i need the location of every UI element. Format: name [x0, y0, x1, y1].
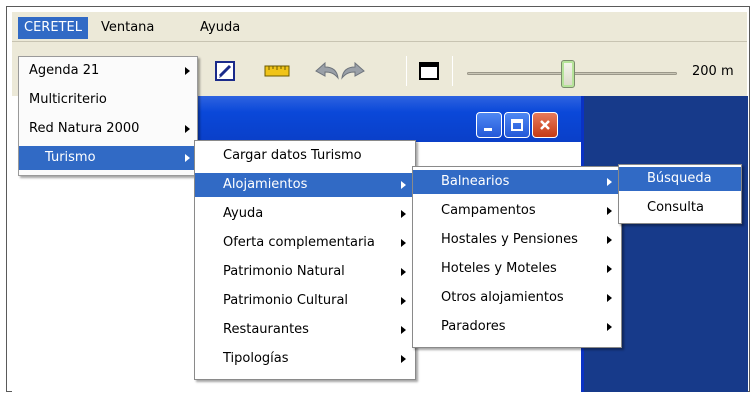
menu-item-otros-alojamientos[interactable]: Otros alojamientos — [413, 286, 621, 310]
menu-item-multicriterio[interactable]: Multicriterio — [19, 88, 197, 112]
menu-item-consulta[interactable]: Consulta — [619, 196, 741, 220]
menu-item-label: Restaurantes — [223, 322, 309, 337]
submenu-arrow-icon — [401, 355, 406, 363]
menu-item-label: Ayuda — [223, 206, 264, 221]
menu-item-turismo[interactable]: Turismo — [19, 146, 197, 170]
menu-item-label: Patrimonio Cultural — [223, 293, 349, 308]
menu-item-tipologias[interactable]: Tipologías — [195, 347, 415, 371]
submenu-arrow-icon — [607, 294, 612, 302]
menu-item-oferta-complementaria[interactable]: Oferta complementaria — [195, 231, 415, 255]
menu-item-label: Hostales y Pensiones — [441, 232, 578, 247]
menu-item-label: Tipologías — [223, 351, 289, 366]
child-window-titlebar[interactable] — [190, 96, 581, 142]
submenu-arrow-icon — [185, 154, 190, 162]
ruler-icon[interactable] — [262, 58, 292, 84]
menu-item-alojamientos[interactable]: Alojamientos — [195, 173, 415, 197]
menu-item-patrimonio-natural[interactable]: Patrimonio Natural — [195, 260, 415, 284]
submenu-arrow-icon — [607, 236, 612, 244]
menu-item-label: Balnearios — [441, 174, 510, 189]
menu-item-ayuda[interactable]: Ayuda — [195, 202, 415, 226]
submenu-arrow-icon — [401, 297, 406, 305]
submenu-arrow-icon — [185, 67, 190, 75]
zoom-scale-label: 200 m — [692, 64, 734, 79]
menu-ayuda[interactable]: Ayuda — [194, 17, 246, 39]
zoom-slider-thumb[interactable] — [561, 60, 575, 88]
menu-bar: CERETEL Ventana Ayuda — [12, 12, 747, 42]
submenu-arrow-icon — [401, 181, 406, 189]
submenu-arrow-icon — [401, 268, 406, 276]
maximize-icon — [511, 119, 523, 131]
minimize-icon — [484, 128, 492, 131]
menu-item-patrimonio-cultural[interactable]: Patrimonio Cultural — [195, 289, 415, 313]
menu-item-label: Búsqueda — [647, 171, 712, 186]
menu-item-label: Consulta — [647, 200, 704, 215]
menu-item-busqueda[interactable]: Búsqueda — [619, 167, 741, 191]
balnearios-submenu: Búsqueda Consulta — [618, 164, 742, 224]
submenu-arrow-icon — [401, 210, 406, 218]
turismo-submenu: Cargar datos Turismo Alojamientos Ayuda … — [194, 140, 416, 380]
menu-ventana[interactable]: Ventana — [95, 17, 160, 39]
window-icon[interactable] — [414, 58, 444, 84]
menu-item-hoteles-y-moteles[interactable]: Hoteles y Moteles — [413, 257, 621, 281]
menu-item-label: Otros alojamientos — [441, 290, 564, 305]
alojamientos-submenu: Balnearios Campamentos Hostales y Pensio… — [412, 166, 622, 348]
submenu-arrow-icon — [401, 239, 406, 247]
menu-item-label: Red Natura 2000 — [29, 121, 140, 136]
forward-icon[interactable] — [338, 58, 368, 84]
submenu-arrow-icon — [607, 207, 612, 215]
maximize-button[interactable] — [504, 112, 530, 138]
minimize-button[interactable] — [476, 112, 502, 138]
menu-item-hostales-y-pensiones[interactable]: Hostales y Pensiones — [413, 228, 621, 252]
menu-item-label: Campamentos — [441, 203, 536, 218]
menu-item-label: Paradores — [441, 319, 506, 334]
edit-icon[interactable] — [210, 58, 240, 84]
menu-item-red-natura-2000[interactable]: Red Natura 2000 — [19, 117, 197, 141]
submenu-arrow-icon — [607, 323, 612, 331]
close-icon — [540, 120, 550, 130]
menu-item-agenda-21[interactable]: Agenda 21 — [19, 59, 197, 83]
toolbar-separator — [452, 56, 453, 86]
ceretel-dropdown: Agenda 21 Multicriterio Red Natura 2000 … — [18, 56, 198, 176]
menu-item-label: Oferta complementaria — [223, 235, 375, 250]
menu-item-label: Agenda 21 — [29, 63, 100, 78]
menu-item-balnearios[interactable]: Balnearios — [413, 170, 621, 194]
menu-item-restaurantes[interactable]: Restaurantes — [195, 318, 415, 342]
submenu-arrow-icon — [607, 265, 612, 273]
menu-item-label: Patrimonio Natural — [223, 264, 345, 279]
submenu-arrow-icon — [401, 326, 406, 334]
menu-item-paradores[interactable]: Paradores — [413, 315, 621, 339]
menu-item-label: Cargar datos Turismo — [223, 148, 362, 163]
menu-item-label: Alojamientos — [223, 177, 308, 192]
menu-item-label: Multicriterio — [29, 92, 107, 107]
menu-item-campamentos[interactable]: Campamentos — [413, 199, 621, 223]
menu-item-label: Hoteles y Moteles — [441, 261, 557, 276]
menu-ceretel[interactable]: CERETEL — [18, 17, 88, 39]
toolbar-separator — [406, 56, 407, 86]
submenu-arrow-icon — [185, 125, 190, 133]
close-button[interactable] — [532, 112, 558, 138]
submenu-arrow-icon — [607, 178, 612, 186]
menu-item-label: Turismo — [45, 150, 96, 165]
menu-item-cargar-datos-turismo[interactable]: Cargar datos Turismo — [195, 144, 415, 168]
